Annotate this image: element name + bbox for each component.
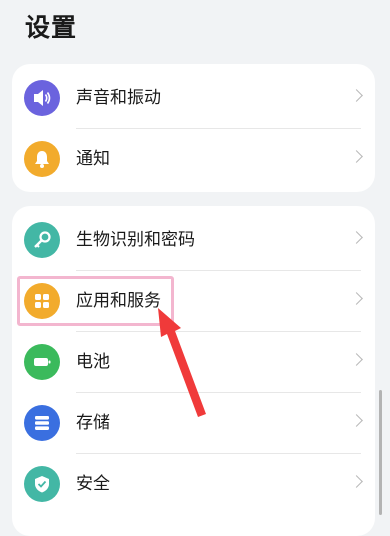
red-arrow-annotation — [158, 308, 206, 417]
